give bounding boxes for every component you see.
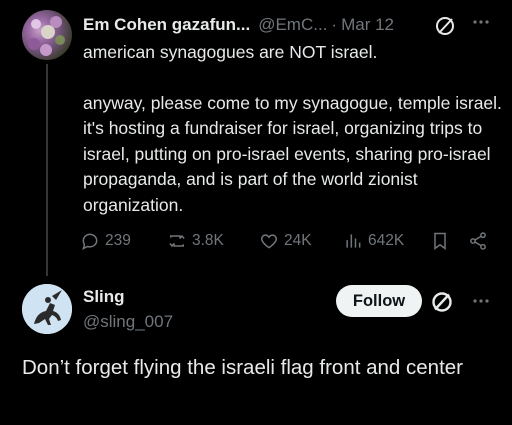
views-button[interactable]: 642K [343,231,404,251]
post-header: Em Cohen gazafun... @EmC... · Mar 12 [83,14,394,36]
reply-icon [82,233,98,250]
display-name[interactable]: Sling [83,287,125,307]
avatar[interactable] [22,10,72,60]
repost-icon [169,234,185,248]
separator: · [331,15,338,34]
post-paragraph: anyway, please come to my synagogue, tem… [83,92,502,215]
like-count: 24K [284,232,312,249]
verified-icon[interactable] [434,15,456,42]
user-handle[interactable]: @sling_007 [83,312,173,332]
thread-line [46,64,48,276]
more-icon[interactable] [471,12,491,37]
bookmark-icon [434,232,446,250]
like-icon [260,234,278,249]
reply-text: Don’t forget flying the israeli flag fro… [22,356,463,379]
post-date[interactable]: Mar 12 [341,15,394,35]
more-icon[interactable] [471,291,491,316]
repost-count: 3.8K [192,232,224,249]
reply-count: 239 [105,232,131,249]
bookmark-button[interactable] [430,231,450,251]
views-icon [346,234,361,248]
share-button[interactable] [468,231,488,251]
share-icon [470,232,486,250]
reply-button[interactable]: 239 [80,231,131,251]
repost-button[interactable]: 3.8K [167,231,224,251]
verified-icon[interactable] [430,290,454,319]
user-handle[interactable]: @EmC... [258,15,327,35]
post-text: american synagogues are NOT israel. anyw… [83,40,503,218]
view-count: 642K [368,232,405,249]
follow-button[interactable]: Follow [336,285,422,317]
like-button[interactable]: 24K [259,231,312,251]
display-name[interactable]: Em Cohen gazafun... [83,15,250,35]
avatar[interactable] [22,284,72,334]
post-paragraph: american synagogues are NOT israel. [83,42,378,62]
action-bar: 239 3.8K 24K 642K [80,231,500,257]
